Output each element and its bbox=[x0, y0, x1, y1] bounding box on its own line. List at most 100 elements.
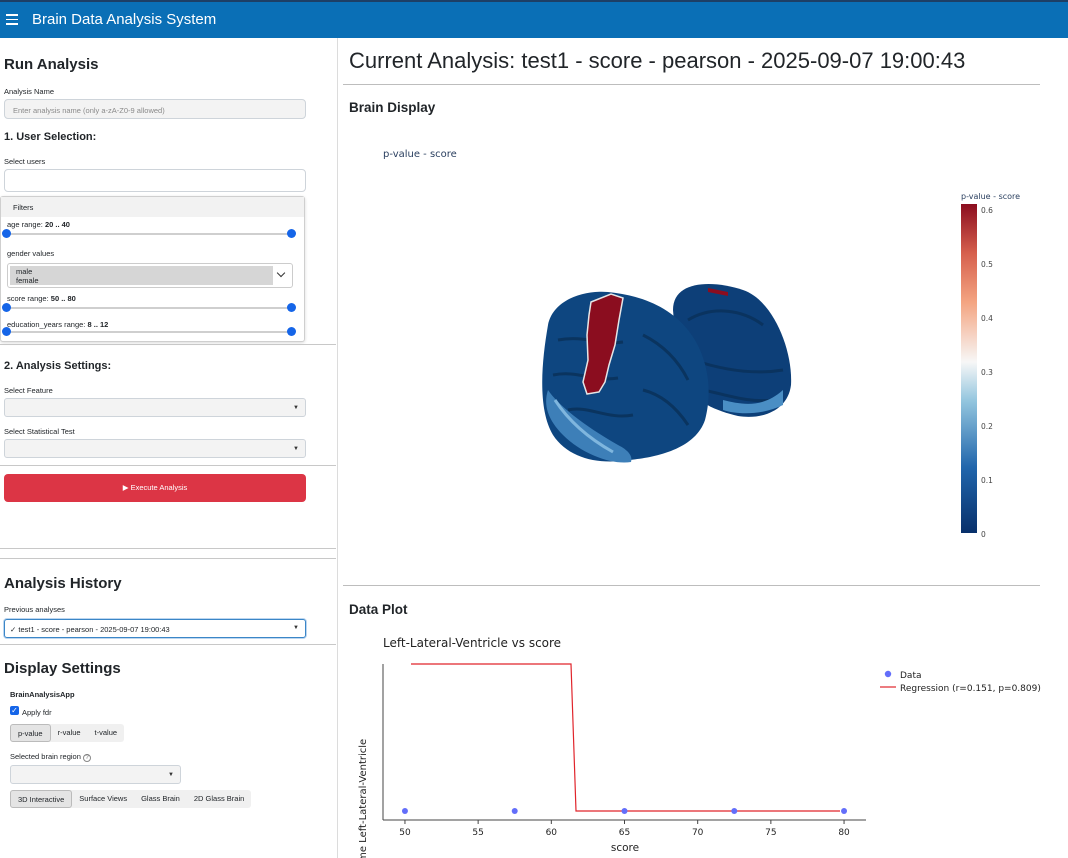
analysis-name-input[interactable]: Enter analysis name (only a-zA-Z0-9 allo… bbox=[4, 99, 306, 119]
tab-r-value[interactable]: r-value bbox=[51, 724, 88, 742]
caret-down-icon: ▼ bbox=[168, 772, 174, 778]
section-divider bbox=[0, 644, 336, 645]
previous-analyses-select[interactable]: ✓ test1 - score - pearson - 2025-09-07 1… bbox=[4, 619, 306, 638]
age-range-label: age range: 20 .. 40 bbox=[7, 220, 70, 229]
view-mode-tabs: 3D Interactive Surface Views Glass Brain… bbox=[10, 790, 252, 808]
age-slider-max-handle[interactable] bbox=[287, 229, 296, 238]
data-point[interactable] bbox=[841, 808, 848, 814]
tab-2d-glass-brain[interactable]: 2D Glass Brain bbox=[187, 790, 251, 808]
colorbar-tick: 0 bbox=[981, 530, 986, 539]
regression-line bbox=[411, 663, 840, 812]
brain-display-heading: Brain Display bbox=[349, 100, 436, 115]
analysis-name-placeholder: Enter analysis name (only a-zA-Z0-9 allo… bbox=[13, 106, 165, 115]
data-plot-heading: Data Plot bbox=[349, 602, 408, 617]
colorbar-tick: 0.5 bbox=[981, 260, 993, 269]
brain-display-plot[interactable]: p-value - score p-value - score 0.6 0.5 … bbox=[343, 120, 1043, 580]
colorbar-tick: 0.2 bbox=[981, 422, 993, 431]
analysis-history-heading: Analysis History bbox=[4, 575, 122, 592]
feature-select[interactable]: ▼ bbox=[4, 398, 306, 417]
score-slider-min-handle[interactable] bbox=[2, 303, 11, 312]
value-type-tabs: p-value r-value t-value bbox=[10, 724, 125, 742]
legend-data-label: Data bbox=[900, 671, 922, 681]
brain-region-label: Selected brain region ? bbox=[10, 752, 91, 762]
tab-surface-views[interactable]: Surface Views bbox=[72, 790, 134, 808]
data-point[interactable] bbox=[731, 808, 738, 814]
select-users-input[interactable] bbox=[4, 169, 306, 192]
caret-down-icon: ▼ bbox=[293, 405, 299, 411]
previous-analyses-label: Previous analyses bbox=[4, 605, 65, 614]
x-tick-label: 55 bbox=[472, 828, 483, 838]
colorbar-tick: 0.3 bbox=[981, 368, 993, 377]
help-icon[interactable]: ? bbox=[82, 754, 91, 762]
colorbar bbox=[961, 204, 977, 533]
gender-option-female[interactable]: female bbox=[16, 276, 39, 285]
apply-fdr-label: Apply fdr bbox=[22, 708, 52, 717]
education-slider-min-handle[interactable] bbox=[2, 327, 11, 336]
colorbar-tick: 0.6 bbox=[981, 206, 993, 215]
legend-data-marker bbox=[884, 670, 892, 678]
x-tick-label: 75 bbox=[765, 828, 776, 838]
y-axis-label: Volume Left-Lateral-Ventricle bbox=[358, 739, 369, 858]
data-point[interactable] bbox=[401, 808, 408, 814]
execute-analysis-button[interactable]: ▶ Execute Analysis bbox=[4, 474, 306, 502]
menu-icon[interactable] bbox=[6, 14, 18, 25]
colorbar-title: p-value - score bbox=[961, 192, 1020, 201]
education-slider-track[interactable] bbox=[7, 331, 293, 333]
filters-panel: Filters age range: 20 .. 40 gender value… bbox=[0, 196, 305, 342]
gender-multiselect[interactable]: male female bbox=[7, 263, 293, 288]
x-axis-ticks: 50 55 60 65 70 75 80 bbox=[399, 820, 850, 838]
age-slider-track[interactable] bbox=[7, 233, 293, 235]
caret-down-icon: ▼ bbox=[293, 446, 299, 452]
x-tick-label: 50 bbox=[399, 828, 411, 838]
gender-values-label: gender values bbox=[7, 249, 55, 258]
current-analysis-title: Current Analysis: test1 - score - pearso… bbox=[349, 48, 966, 73]
panel-divider bbox=[337, 38, 338, 858]
x-tick-label: 70 bbox=[692, 828, 704, 838]
user-selection-heading: 1. User Selection: bbox=[4, 131, 97, 143]
brain-plot-title: p-value - score bbox=[383, 149, 457, 160]
statistical-test-select[interactable]: ▼ bbox=[4, 439, 306, 458]
analysis-name-label: Analysis Name bbox=[4, 87, 55, 96]
tab-t-value[interactable]: t-value bbox=[88, 724, 125, 742]
score-slider-track[interactable] bbox=[7, 307, 293, 309]
run-analysis-heading: Run Analysis bbox=[4, 56, 99, 73]
select-users-label: Select users bbox=[4, 157, 46, 166]
apply-fdr-checkbox[interactable]: ✓ bbox=[10, 706, 19, 715]
gender-selected-options: male female bbox=[10, 266, 273, 285]
age-slider-min-handle[interactable] bbox=[2, 229, 11, 238]
score-slider-max-handle[interactable] bbox=[287, 303, 296, 312]
data-point[interactable] bbox=[621, 808, 628, 814]
section-divider bbox=[0, 548, 336, 549]
tab-glass-brain[interactable]: Glass Brain bbox=[134, 790, 187, 808]
brain-region-select[interactable]: ▼ bbox=[10, 765, 181, 784]
filters-header: Filters bbox=[1, 197, 304, 217]
x-tick-label: 65 bbox=[619, 828, 630, 838]
gender-option-male[interactable]: male bbox=[16, 267, 32, 276]
section-divider bbox=[0, 465, 336, 466]
caret-down-icon: ▼ bbox=[293, 625, 299, 631]
x-axis-label: score bbox=[611, 842, 639, 854]
select-test-label: Select Statistical Test bbox=[4, 427, 75, 436]
display-settings-heading: Display Settings bbox=[4, 660, 121, 677]
education-slider-max-handle[interactable] bbox=[287, 327, 296, 336]
brain-surface[interactable] bbox=[542, 284, 792, 463]
score-range-label: score range: 50 .. 80 bbox=[7, 294, 76, 303]
data-plot-chart[interactable]: Left-Lateral-Ventricle vs score Volume L… bbox=[343, 625, 1043, 858]
education-range-label: education_years range: 8 .. 12 bbox=[7, 320, 109, 329]
chevron-down-icon[interactable] bbox=[276, 268, 286, 278]
legend-regression-label: Regression (r=0.151, p=0.809) bbox=[900, 684, 1041, 694]
tab-3d-interactive[interactable]: 3D Interactive bbox=[10, 790, 73, 808]
tab-p-value[interactable]: p-value bbox=[10, 724, 51, 742]
x-tick-label: 60 bbox=[546, 828, 558, 838]
data-point[interactable] bbox=[511, 808, 518, 814]
x-tick-label: 80 bbox=[838, 828, 850, 838]
colorbar-ticks: 0.6 0.5 0.4 0.3 0.2 0.1 0 bbox=[981, 206, 993, 539]
chart-title: Left-Lateral-Ventricle vs score bbox=[383, 636, 561, 650]
section-divider bbox=[343, 84, 1040, 85]
selected-analysis: ✓ test1 - score - pearson - 2025-09-07 1… bbox=[10, 625, 170, 634]
section-divider bbox=[343, 585, 1040, 586]
top-app-bar: Brain Data Analysis System bbox=[0, 0, 1068, 38]
section-divider bbox=[0, 558, 336, 559]
section-divider bbox=[0, 344, 336, 345]
colorbar-tick: 0.4 bbox=[981, 314, 993, 323]
